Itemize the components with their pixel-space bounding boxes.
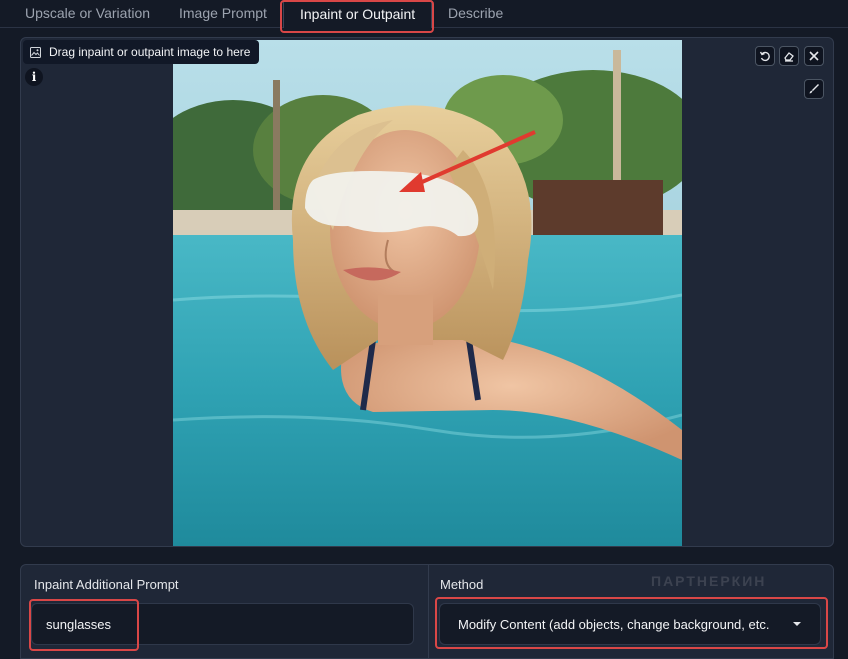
drop-image-label: Drag inpaint or outpaint image to here — [49, 45, 251, 59]
tab-upscale-or-variation[interactable]: Upscale or Variation — [25, 0, 150, 27]
drop-image-hint[interactable]: Drag inpaint or outpaint image to here — [23, 40, 260, 64]
inpaint-image-panel[interactable]: Drag inpaint or outpaint image to here i — [20, 37, 834, 547]
tab-describe[interactable]: Describe — [448, 0, 503, 27]
undo-icon[interactable] — [755, 46, 775, 66]
uploaded-photo[interactable] — [173, 40, 682, 547]
settings-divider — [428, 565, 429, 659]
watermark: ПАРТНЕРКИН — [651, 573, 767, 589]
chevron-down-icon — [793, 622, 801, 626]
image-icon — [30, 46, 41, 58]
method-dropdown[interactable]: Modify Content (add objects, change back… — [439, 603, 821, 645]
inpaint-settings: Inpaint Additional Prompt Method Modify … — [20, 564, 834, 659]
close-icon[interactable] — [804, 46, 824, 66]
tab-inpaint-or-outpaint[interactable]: Inpaint or Outpaint — [283, 0, 433, 28]
inpaint-prompt-input[interactable] — [31, 603, 414, 645]
inpaint-prompt-label: Inpaint Additional Prompt — [34, 577, 179, 592]
tab-image-prompt[interactable]: Image Prompt — [179, 0, 267, 27]
info-icon[interactable]: i — [25, 68, 43, 86]
brush-icon[interactable] — [804, 79, 824, 99]
method-selected-value: Modify Content (add objects, change back… — [458, 616, 770, 632]
method-label: Method — [440, 577, 484, 592]
eraser-icon[interactable] — [779, 46, 799, 66]
tab-bar: Upscale or Variation Image Prompt Inpain… — [0, 0, 848, 28]
